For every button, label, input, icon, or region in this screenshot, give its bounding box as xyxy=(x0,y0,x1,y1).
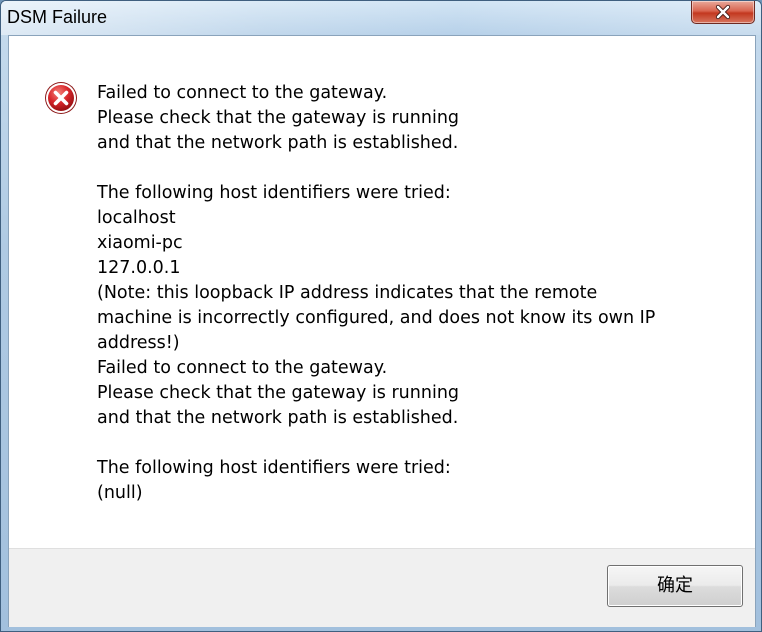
message-line: Please check that the gateway is running xyxy=(97,383,460,403)
message-line: (Note: this loopback IP address indicate… xyxy=(97,283,598,303)
message-line: (null) xyxy=(97,483,143,503)
message-line: machine is incorrectly configured, and d… xyxy=(97,308,656,328)
ok-button[interactable]: 确定 xyxy=(607,565,743,607)
button-bar: 确定 xyxy=(9,548,755,627)
message-line: The following host identifiers were trie… xyxy=(97,458,451,478)
message-line: and that the network path is established… xyxy=(97,408,459,428)
message-line: localhost xyxy=(97,208,176,228)
close-icon xyxy=(715,4,731,20)
message-line: Please check that the gateway is running xyxy=(97,108,460,128)
message-line: 127.0.0.1 xyxy=(97,258,181,278)
title-bar[interactable]: DSM Failure xyxy=(1,1,761,35)
message-line: xiaomi-pc xyxy=(97,233,183,253)
error-message: Failed to connect to the gateway. Please… xyxy=(97,81,737,506)
dialog-content: Failed to connect to the gateway. Please… xyxy=(8,35,756,627)
window-title: DSM Failure xyxy=(7,7,108,27)
message-line: The following host identifiers were trie… xyxy=(97,183,451,203)
message-line: Failed to connect to the gateway. xyxy=(97,83,388,103)
error-icon xyxy=(45,82,77,114)
dialog-window: DSM Failure Failed to connect to the gat… xyxy=(0,0,762,632)
message-line xyxy=(97,156,737,181)
message-line: and that the network path is established… xyxy=(97,133,459,153)
close-button[interactable] xyxy=(691,1,755,24)
message-line: Failed to connect to the gateway. xyxy=(97,358,388,378)
message-line: address!) xyxy=(97,333,180,353)
message-line xyxy=(97,431,737,456)
